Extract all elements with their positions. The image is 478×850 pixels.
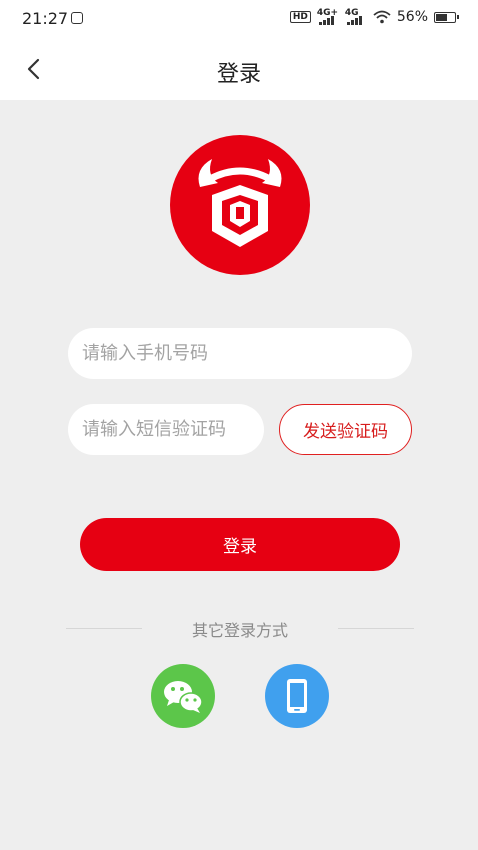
bull-logo-icon [198, 159, 282, 247]
signal-4g-icon: 4G [345, 9, 367, 25]
divider-line-right [338, 628, 414, 629]
battery-icon [434, 11, 459, 23]
phone-icon [287, 679, 307, 713]
wechat-login-button[interactable] [151, 664, 215, 728]
status-indicators: HD 4G+ 4G 56% [289, 9, 459, 25]
signal-4g-plus-icon: 4G+ [317, 9, 339, 25]
notification-app-icon [71, 12, 83, 24]
phone-login-button[interactable] [265, 664, 329, 728]
sms-code-input[interactable] [68, 404, 264, 455]
other-login-divider: 其它登录方式 [66, 617, 414, 641]
battery-fill [436, 13, 448, 21]
battery-percent: 56% [396, 9, 428, 25]
wifi-icon [373, 10, 391, 24]
phone-input[interactable] [68, 328, 412, 379]
hd-voice-icon: HD [289, 11, 311, 23]
nav-bar: 登录 [0, 38, 478, 100]
page-title: 登录 [216, 62, 261, 87]
wechat-icon [164, 681, 203, 713]
login-button[interactable]: 登录 [80, 518, 400, 571]
status-time: 21:27 [22, 9, 69, 28]
other-login-label: 其它登录方式 [191, 621, 288, 640]
app-logo [170, 135, 310, 275]
status-bar: 21:27 HD 4G+ 4G 56% [0, 0, 478, 38]
send-code-button[interactable]: 发送验证码 [279, 404, 412, 455]
